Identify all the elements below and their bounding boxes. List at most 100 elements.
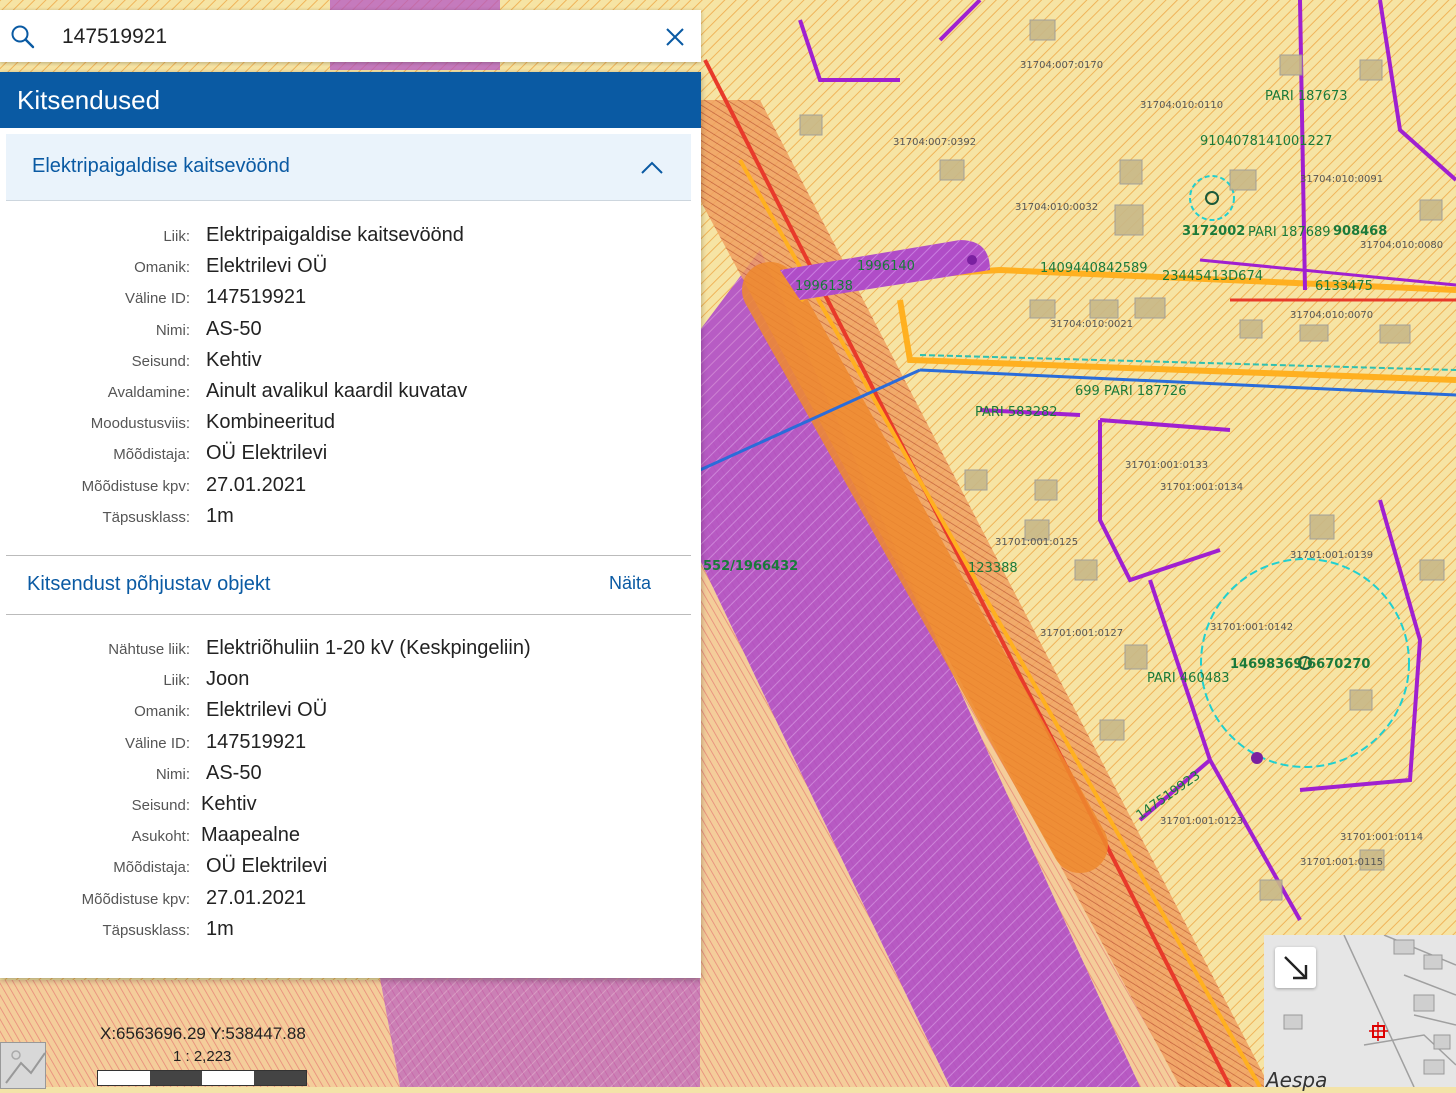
map-label: 1409440842589 — [1040, 261, 1148, 276]
detail-label: Mõõdistaja: — [113, 446, 190, 464]
map-label: PARI 583282 — [975, 405, 1058, 420]
detail-value: 27.01.2021 — [206, 886, 307, 909]
overview-toggle-button[interactable] — [1275, 947, 1316, 988]
detail-value: Kombineeritud — [206, 411, 335, 434]
map-label: 31704:007:0392 — [893, 137, 976, 148]
scale-bar — [97, 1070, 307, 1086]
detail-value: 147519921 — [206, 286, 307, 309]
section-source-object-title: Kitsendust põhjustav objekt — [27, 573, 271, 595]
detail-value: 1m — [206, 917, 234, 940]
map-label: 9104078141001227 — [1200, 134, 1332, 149]
detail-row: Seisund: Kehtiv — [0, 347, 701, 378]
detail-label: Nimi: — [155, 321, 190, 339]
map-label: 23445413D674 — [1162, 269, 1263, 284]
map-label: 14698369/6670270 — [1230, 657, 1370, 672]
panel-title: Kitsendused — [0, 72, 701, 128]
results-panel: Kitsendused Elektripaigaldise kaitsevöön… — [0, 72, 701, 978]
map-thumbnail-icon — [1, 1043, 46, 1088]
map-point — [1251, 752, 1263, 764]
detail-label: Nimi: — [155, 765, 190, 783]
detail-label: Väline ID: — [124, 734, 190, 752]
detail-label: Täpsusklass: — [102, 508, 190, 526]
search-input[interactable] — [60, 20, 644, 54]
map-label: 31704:010:0070 — [1290, 310, 1373, 321]
map-label: 3172002 — [1182, 224, 1245, 239]
detail-label: Asukoht: — [131, 828, 190, 846]
detail-row: Nimi: AS-50 — [0, 760, 701, 791]
detail-value: 1m — [206, 504, 234, 527]
detail-row: Omanik: Elektrilevi OÜ — [0, 253, 701, 284]
search-icon[interactable] — [10, 24, 36, 50]
map-label: 31704:010:0032 — [1015, 202, 1098, 213]
detail-row: Väline ID: 147519921 — [0, 729, 701, 760]
chevron-up-icon[interactable] — [640, 156, 664, 180]
detail-value: Elektriõhuliin 1-20 kV (Keskpingeliin) — [206, 637, 531, 659]
detail-label: Omanik: — [134, 703, 190, 721]
detail-row: Täpsusklass: 1m — [0, 503, 701, 534]
detail-label: Täpsusklass: — [102, 921, 190, 939]
detail-label: Mõõdistuse kpv: — [81, 477, 190, 495]
map-label: 31701:001:0127 — [1040, 628, 1123, 639]
source-object-details: Nähtuse liik: Elektriõhuliin 1-20 kV (Kes… — [0, 635, 701, 947]
detail-value: Kehtiv — [201, 792, 257, 815]
coordinate-readout: X:6563696.29 Y:538447.88 — [100, 1024, 306, 1043]
map-label: 1996138 — [795, 279, 853, 294]
map-label: PARI 460483 — [1147, 671, 1230, 686]
map-label: 31701:001:0142 — [1210, 622, 1293, 633]
overview-place-label: Aespa — [1266, 1068, 1328, 1092]
show-on-map-link[interactable]: Näita — [609, 573, 651, 594]
map-label: PARI 187689 — [1248, 225, 1331, 240]
map-label: 699 PARI 187726 — [1075, 384, 1186, 399]
section-source-object-header: Kitsendust põhjustav objekt Näita — [6, 555, 691, 615]
map-label: 31704:010:0021 — [1050, 319, 1133, 330]
detail-value: Elektrilevi OÜ — [206, 255, 328, 278]
detail-row: Mõõdistaja: OÜ Elektrilevi — [0, 440, 701, 471]
map-label: PARI 187673 — [1265, 89, 1348, 104]
detail-row: Avaldamine: Ainult avalikul kaardil kuvat… — [0, 378, 701, 409]
detail-label: Moodustusviis: — [90, 415, 190, 433]
map-label: 31701:001:0114 — [1340, 832, 1423, 843]
map-label: 31704:007:0170 — [1020, 60, 1103, 71]
detail-value: OÜ Elektrilevi — [206, 442, 328, 465]
restriction-details: Liik: Elektripaigaldise kaitsevöönd Omani… — [0, 222, 701, 534]
detail-value: Kehtiv — [206, 348, 262, 371]
layer-switcher-button[interactable] — [0, 1042, 46, 1089]
detail-row: Mõõdistuse kpv: 27.01.2021 — [0, 885, 701, 916]
detail-label: Omanik: — [134, 259, 190, 277]
detail-label: Seisund: — [131, 796, 190, 814]
detail-label: Nähtuse liik: — [108, 641, 190, 658]
detail-label: Mõõdistuse kpv: — [81, 890, 190, 908]
map-label: 1996140 — [857, 259, 915, 274]
detail-row: Väline ID: 147519921 — [0, 284, 701, 315]
detail-row: Mõõdistaja: OÜ Elektrilevi — [0, 853, 701, 884]
map-label: 31701:001:0134 — [1160, 482, 1243, 493]
detail-row: Asukoht: Maapealne — [0, 822, 701, 853]
arrow-diagonal-icon — [1284, 956, 1308, 980]
detail-row: Liik: Elektripaigaldise kaitsevöönd — [0, 222, 701, 253]
detail-row: Nimi: AS-50 — [0, 316, 701, 347]
detail-row: Omanik: Elektrilevi OÜ — [0, 697, 701, 728]
detail-label: Avaldamine: — [107, 383, 190, 401]
close-icon[interactable] — [662, 24, 688, 50]
detail-value: 147519921 — [206, 730, 307, 753]
map-label: 31701:001:0133 — [1125, 460, 1208, 471]
map-point — [967, 255, 977, 265]
detail-value: Maapealne — [201, 824, 300, 847]
detail-value: AS-50 — [206, 317, 262, 340]
detail-value: OÜ Elektrilevi — [206, 855, 328, 878]
scale-readout: 1 : 2,223 — [173, 1048, 232, 1065]
detail-label: Väline ID: — [124, 290, 190, 308]
detail-row: Seisund: Kehtiv — [0, 791, 701, 822]
detail-label: Mõõdistaja: — [113, 859, 190, 877]
search-bar — [0, 10, 701, 62]
detail-label: Liik: — [163, 672, 190, 690]
map-label: 31704:010:0080 — [1360, 240, 1443, 251]
section-restriction-header[interactable]: Elektripaigaldise kaitsevöönd — [6, 134, 691, 201]
map-label: 31701:001:0123 — [1160, 816, 1243, 827]
detail-value: Elektrilevi OÜ — [206, 699, 328, 722]
detail-row: Täpsusklass: 1m — [0, 916, 701, 947]
detail-row: Moodustusviis: Kombineeritud — [0, 409, 701, 440]
map-label: 31704:010:0091 — [1300, 174, 1383, 185]
detail-row: Liik: Joon — [0, 666, 701, 697]
section-restriction-title: Elektripaigaldise kaitsevöönd — [32, 155, 290, 177]
